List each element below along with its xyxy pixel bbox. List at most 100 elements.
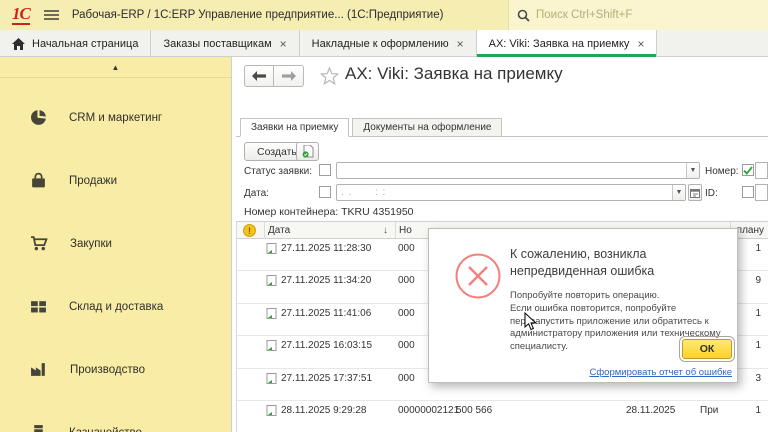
container-number-line: Номер контейнера: TKRU 4351950 [244, 206, 414, 218]
cell-plan: 3 [755, 372, 761, 384]
cell-amount: 500 566 [456, 404, 493, 416]
status-filter-label: Статус заявки: [244, 166, 313, 177]
id-filter-input[interactable] [755, 184, 768, 201]
global-search[interactable] [508, 0, 768, 30]
generate-error-report-link[interactable]: Сформировать отчет об ошибке [590, 367, 733, 378]
cell-date: 27.11.2025 17:37:51 [281, 372, 373, 384]
tab-label: AX: Viki: Заявка на приемку [488, 37, 630, 50]
date-filter-field: ▼ [336, 184, 686, 201]
refresh-list-button[interactable] [296, 142, 319, 161]
sidebar-item-production[interactable]: Производство [0, 338, 231, 401]
date-filter-input[interactable] [337, 185, 672, 200]
sidebar-item-label: Казначейство [69, 427, 142, 432]
bag-icon [32, 172, 45, 188]
chevron-down-icon[interactable]: ▼ [686, 163, 699, 178]
error-icon [455, 253, 501, 299]
tab-supplier-orders[interactable]: Заказы поставщикам × [151, 30, 300, 57]
posted-document-icon [266, 372, 277, 384]
sidebar-item-treasury[interactable]: Казначейство [0, 401, 231, 432]
cell-status: При [700, 404, 719, 416]
cell-number: 000 [398, 307, 415, 319]
cell-date: 27.11.2025 11:28:30 [281, 243, 372, 254]
table-row[interactable]: 28.11.2025 9:29:28 00000002121 500 566 2… [237, 401, 768, 432]
cell-plan: 1 [755, 340, 761, 352]
id-filter-label: ID: [705, 188, 718, 199]
container-number-label: Номер контейнера: [244, 206, 339, 218]
cell-plan: 1 [755, 243, 761, 254]
status-filter-input[interactable] [337, 163, 686, 178]
panel-tabs: Заявки на приемку Документы на оформлени… [240, 118, 505, 137]
close-icon[interactable]: × [457, 37, 464, 51]
app-window: 1С Рабочая-ERP / 1С:ERP Управление предп… [0, 0, 768, 432]
arrow-right-icon [281, 71, 296, 81]
home-icon [12, 37, 25, 50]
status-filter-field: ▼ [336, 162, 700, 179]
document-refresh-icon [302, 145, 313, 158]
window-title: Рабочая-ERP / 1С:ERP Управление предприя… [71, 9, 444, 21]
cell-number: 000 [398, 340, 415, 352]
sidebar-item-label: CRM и маркетинг [69, 111, 163, 124]
check-icon [743, 165, 753, 175]
id-filter-checkbox[interactable] [742, 186, 754, 198]
cart-icon [31, 236, 48, 251]
posted-document-icon [266, 404, 277, 416]
cell-number: 00000002121 [398, 404, 460, 416]
sort-descending-icon[interactable]: ↓ [383, 225, 388, 236]
tab-label: Заказы поставщикам [163, 37, 272, 50]
sidebar-item-label: Продажи [69, 174, 118, 187]
close-icon[interactable]: × [280, 37, 287, 51]
cell-plan: 1 [755, 307, 761, 319]
main-menu-icon[interactable] [43, 8, 59, 22]
chevron-down-icon[interactable]: ▼ [672, 185, 685, 200]
cell-date: 27.11.2025 16:03:15 [281, 340, 373, 352]
sidebar-collapse-icon[interactable]: ▲ [0, 57, 231, 78]
posted-document-icon [266, 307, 277, 319]
factory-icon [31, 363, 45, 376]
tab-receiving-request[interactable]: AX: Viki: Заявка на приемку × [476, 30, 658, 57]
posted-document-icon [266, 340, 277, 352]
cell-date: 28.11.2025 9:29:28 [281, 404, 367, 416]
cell-plan-date: 28.11.2025 [626, 404, 676, 416]
close-icon[interactable]: × [637, 37, 644, 51]
window-tab-bar: Начальная страница Заказы поставщикам × … [0, 30, 768, 57]
number-filter-checkbox[interactable] [742, 164, 754, 176]
error-dialog-message: Попробуйте повторить операцию. [510, 290, 660, 301]
back-button[interactable] [244, 65, 274, 87]
tab-receiving-requests[interactable]: Заявки на приемку [240, 118, 350, 137]
column-header-date[interactable]: Дата [268, 225, 290, 236]
sidebar-item-crm[interactable]: CRM и маркетинг [0, 86, 231, 149]
search-icon [517, 9, 530, 22]
tab-home[interactable]: Начальная страница [0, 30, 152, 57]
page-title: AX: Viki: Заявка на приемку [345, 64, 563, 83]
error-dialog: К сожалению, возникла непредвиденная оши… [428, 228, 738, 383]
warning-icon: ! [243, 224, 256, 237]
tab-waybills[interactable]: Накладные к оформлению × [300, 30, 477, 57]
top-bar: 1С Рабочая-ERP / 1С:ERP Управление предп… [0, 0, 768, 30]
boxes-grid-icon [31, 301, 46, 313]
container-number-value: TKRU 4351950 [341, 206, 414, 218]
date-filter-checkbox[interactable] [319, 186, 331, 198]
section-sidebar: ▲ CRM и маркетинг Продажи Закупки Склад … [0, 57, 232, 432]
cell-number: 000 [398, 243, 415, 254]
posted-document-icon [266, 275, 277, 287]
sidebar-item-label: Склад и доставка [69, 300, 164, 313]
status-filter-checkbox[interactable] [319, 164, 331, 176]
cell-date: 27.11.2025 11:41:06 [281, 307, 372, 319]
column-header-number[interactable]: Но [399, 225, 412, 236]
cell-number: 000 [398, 372, 415, 384]
arrow-left-icon [252, 71, 266, 81]
column-header-plan[interactable]: плану [737, 225, 764, 236]
favorite-star-icon[interactable] [319, 66, 340, 90]
calendar-button[interactable] [688, 184, 702, 201]
sidebar-item-sales[interactable]: Продажи [0, 149, 231, 212]
sidebar-item-purchasing[interactable]: Закупки [0, 212, 231, 275]
posted-document-icon [266, 243, 277, 254]
tab-documents-to-process[interactable]: Документы на оформление [352, 118, 503, 137]
forward-button[interactable] [274, 65, 304, 87]
sidebar-item-warehouse[interactable]: Склад и доставка [0, 275, 231, 338]
pie-chart-icon [31, 110, 46, 125]
search-input[interactable] [536, 9, 736, 21]
ok-button[interactable]: ОК [679, 336, 735, 362]
cell-plan: 1 [755, 404, 761, 416]
number-filter-input[interactable] [755, 162, 768, 179]
